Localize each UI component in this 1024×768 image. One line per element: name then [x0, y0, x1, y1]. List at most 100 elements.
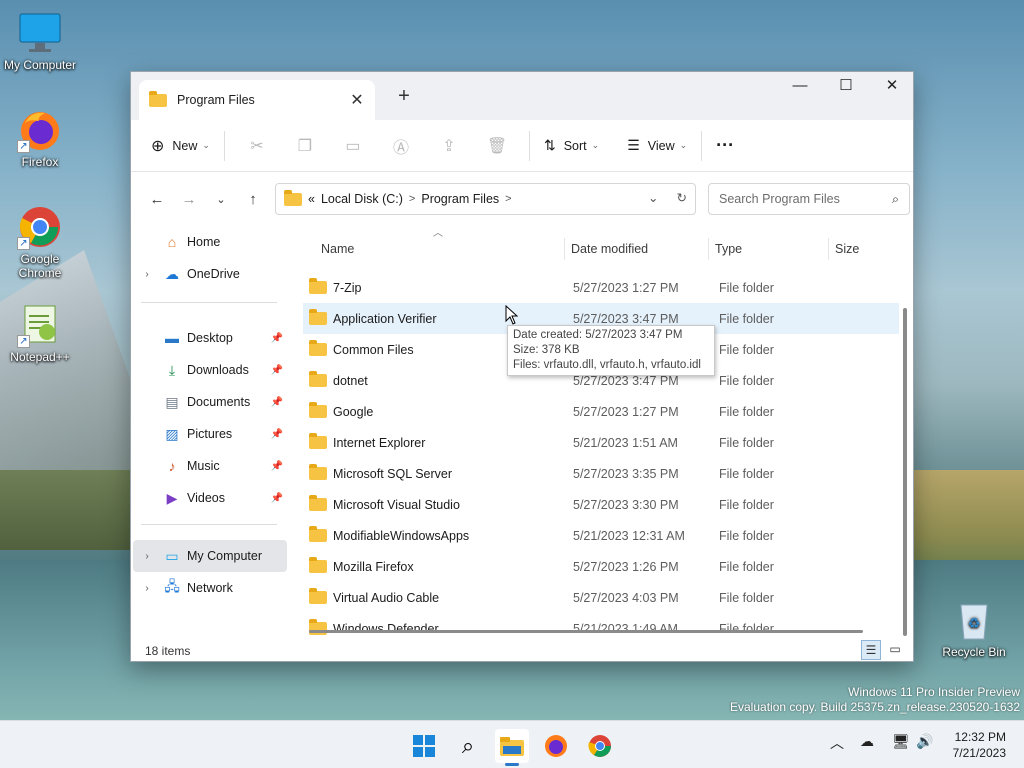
desktop-icon-notepadpp[interactable]: ↗ Notepad++: [0, 302, 80, 364]
plus-circle-icon: ⊕: [151, 137, 165, 155]
search-taskbar-icon[interactable]: ⌕: [451, 729, 485, 763]
maximize-button[interactable]: ☐: [823, 72, 869, 102]
chevron-right-icon[interactable]: ›: [133, 583, 161, 594]
date-modified-cell: 5/27/2023 1:27 PM: [573, 404, 679, 419]
chrome-taskbar-icon[interactable]: [583, 729, 617, 763]
horizontal-scrollbar[interactable]: [309, 630, 863, 633]
chevron-down-icon: ⌄: [679, 140, 688, 150]
details-view-icon[interactable]: ☰: [861, 640, 881, 660]
nav-videos[interactable]: ▶ Videos 📌: [133, 482, 287, 514]
mouse-cursor-icon: [505, 305, 519, 325]
search-icon: ⌕: [891, 191, 899, 206]
clock[interactable]: 12:32 PM 7/21/2023: [953, 729, 1006, 761]
nav-my-computer[interactable]: › ▭ My Computer: [133, 540, 287, 572]
column-type[interactable]: Type: [709, 238, 829, 260]
chevron-down-icon: ⌄: [591, 140, 600, 150]
close-button[interactable]: ✕: [869, 72, 915, 102]
desktop-icon-label: Google Chrome: [18, 252, 62, 280]
network-status-icon[interactable]: 🖥: [892, 733, 910, 750]
tooltip-date-created: Date created: 5/27/2023 3:47 PM: [513, 329, 683, 341]
download-icon: ⤓: [168, 361, 176, 378]
table-row[interactable]: Microsoft Visual Studio 5/27/2023 3:30 PM…: [303, 489, 899, 520]
recent-locations-icon[interactable]: ⌄: [205, 193, 237, 206]
copy-icon[interactable]: ❐: [281, 136, 329, 156]
nav-onedrive[interactable]: › ☁ OneDrive: [133, 258, 287, 290]
name-cell: Microsoft SQL Server: [303, 464, 565, 481]
more-options-button[interactable]: ···: [710, 130, 740, 162]
column-name[interactable]: Name: [303, 238, 565, 260]
show-hidden-icons-chevron-icon[interactable]: ︿: [830, 733, 844, 753]
breadcrumb-program-files[interactable]: Program Files: [421, 192, 499, 206]
type-cell: File folder: [719, 311, 774, 326]
title-bar[interactable]: Program Files ✕ + — ☐ ✕: [131, 72, 913, 120]
cut-icon[interactable]: ✂: [233, 136, 281, 156]
nav-home[interactable]: ⌂ Home: [133, 226, 287, 258]
onedrive-offline-icon[interactable]: ☁: [860, 733, 874, 750]
nav-downloads[interactable]: ⤓ Downloads 📌: [133, 354, 287, 386]
nav-desktop[interactable]: ▬ Desktop 📌: [133, 322, 287, 354]
up-arrow-icon[interactable]: ↑: [237, 191, 269, 208]
nav-documents[interactable]: ▤ Documents 📌: [133, 386, 287, 418]
table-row[interactable]: Internet Explorer 5/21/2023 1:51 AM File f…: [303, 427, 899, 458]
notepadpp-icon: ↗: [17, 302, 63, 348]
chevron-right-icon[interactable]: ›: [133, 269, 161, 280]
back-arrow-icon[interactable]: ←: [141, 191, 173, 208]
rename-icon[interactable]: Ⓐ: [377, 134, 425, 158]
close-tab-icon[interactable]: ✕: [345, 90, 369, 110]
new-tab-button[interactable]: +: [393, 85, 415, 108]
desktop-icon-label: Firefox: [21, 155, 59, 169]
file-name: Microsoft SQL Server: [333, 466, 453, 481]
breadcrumb-separator[interactable]: >: [409, 193, 415, 205]
pin-icon: 📌: [270, 332, 283, 344]
column-date-modified[interactable]: Date modified: [565, 238, 709, 260]
volume-icon[interactable]: 🔊: [916, 733, 933, 750]
address-row: ← → ⌄ ↑ « Local Disk (C:) > Program File…: [131, 172, 913, 226]
nav-label: Music: [187, 459, 220, 473]
search-input[interactable]: Search Program Files ⌕: [708, 183, 910, 215]
nav-pictures[interactable]: ▨ Pictures 📌: [133, 418, 287, 450]
type-cell: File folder: [719, 559, 774, 574]
table-row[interactable]: ModifiableWindowsApps 5/21/2023 12:31 AM F…: [303, 520, 899, 551]
firefox-taskbar-icon[interactable]: [539, 729, 573, 763]
minimize-button[interactable]: —: [777, 72, 823, 102]
forward-arrow-icon[interactable]: →: [173, 191, 205, 208]
chevron-down-icon[interactable]: ⌄: [648, 190, 658, 205]
refresh-icon[interactable]: ↻: [677, 190, 687, 205]
file-explorer-taskbar-icon[interactable]: [495, 729, 529, 766]
paste-icon[interactable]: ▭: [329, 136, 377, 156]
share-icon[interactable]: ⇪: [425, 136, 473, 156]
address-bar[interactable]: « Local Disk (C:) > Program Files > ⌄ ↻: [275, 183, 696, 215]
desktop-icon-label: Notepad++: [10, 350, 70, 364]
breadcrumb-local-disk[interactable]: Local Disk (C:): [321, 192, 403, 206]
table-row[interactable]: Virtual Audio Cable 5/27/2023 4:03 PM File…: [303, 582, 899, 613]
desktop-icon-chrome[interactable]: ↗ Google Chrome: [0, 204, 80, 280]
nav-network[interactable]: › 🖧 Network: [133, 572, 287, 604]
new-button[interactable]: ⊕ New ⌄: [145, 130, 216, 162]
sort-ascending-icon: ︿: [433, 228, 443, 239]
sort-button[interactable]: ⇅ Sort ⌄: [538, 130, 605, 162]
nav-music[interactable]: ♪ Music 📌: [133, 450, 287, 482]
table-row[interactable]: 7-Zip 5/27/2023 1:27 PM File folder: [303, 272, 899, 303]
table-row[interactable]: Microsoft SQL Server 5/27/2023 3:35 PM Fil…: [303, 458, 899, 489]
table-row[interactable]: Mozilla Firefox 5/27/2023 1:26 PM File fol…: [303, 551, 899, 582]
date-modified-cell: 5/27/2023 3:47 PM: [573, 311, 679, 326]
desktop-icon-my-computer[interactable]: My Computer: [0, 10, 80, 72]
tiles-view-icon[interactable]: ▭: [885, 640, 905, 660]
table-row[interactable]: Google 5/27/2023 1:27 PM File folder: [303, 396, 899, 427]
file-list: ︿ Name Date modified Type Size 7-Zip 5/27…: [303, 226, 899, 636]
start-button[interactable]: [407, 729, 441, 763]
tab-program-files[interactable]: Program Files ✕: [139, 80, 375, 120]
breadcrumb-separator[interactable]: >: [505, 193, 511, 205]
toolbar-divider: [223, 130, 225, 161]
date-modified-cell: 5/27/2023 4:03 PM: [573, 590, 679, 605]
overflow-crumb[interactable]: «: [308, 192, 315, 206]
monitor-icon: [17, 10, 63, 56]
delete-icon[interactable]: 🗑: [473, 136, 521, 156]
date-modified-cell: 5/21/2023 1:51 AM: [573, 435, 678, 450]
chevron-right-icon[interactable]: ›: [133, 551, 161, 562]
vertical-scrollbar[interactable]: [903, 308, 907, 636]
column-size[interactable]: Size: [829, 238, 899, 260]
desktop-icon-firefox[interactable]: ↗ Firefox: [0, 107, 80, 169]
desktop-icon-recycle-bin[interactable]: ♻ Recycle Bin: [934, 597, 1014, 659]
view-button[interactable]: ☰ View ⌄: [621, 130, 693, 162]
